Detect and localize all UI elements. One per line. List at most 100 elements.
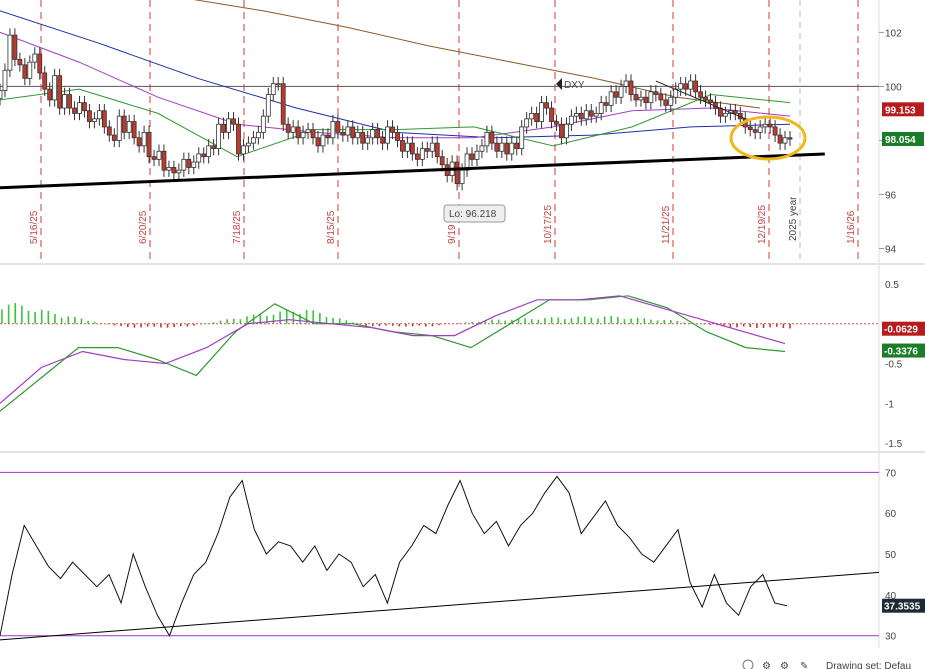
drawing-toolbar[interactable]: ⚙ ⚙ ✎ Drawing set: Defau xyxy=(742,659,911,669)
candle[interactable] xyxy=(27,61,33,79)
candle[interactable] xyxy=(732,110,738,114)
candle[interactable] xyxy=(131,121,137,139)
candle[interactable] xyxy=(57,75,63,109)
candle[interactable] xyxy=(678,83,684,90)
candle[interactable] xyxy=(583,110,589,120)
candle[interactable] xyxy=(300,131,306,139)
candle[interactable] xyxy=(67,94,72,109)
candle[interactable] xyxy=(181,158,187,171)
candle[interactable] xyxy=(549,107,554,122)
candle[interactable] xyxy=(554,121,559,125)
candle[interactable] xyxy=(429,142,435,152)
candle[interactable] xyxy=(151,156,157,160)
candle[interactable] xyxy=(22,64,28,79)
candle[interactable] xyxy=(136,137,142,147)
candle[interactable] xyxy=(310,129,316,139)
candle[interactable] xyxy=(201,153,207,158)
candle[interactable] xyxy=(156,150,162,160)
candle[interactable] xyxy=(126,121,132,133)
candle[interactable] xyxy=(568,115,574,125)
candle[interactable] xyxy=(534,113,540,122)
candle[interactable] xyxy=(757,126,763,133)
candle[interactable] xyxy=(524,118,530,128)
candle[interactable] xyxy=(588,110,594,117)
candle[interactable] xyxy=(638,96,644,101)
candle[interactable] xyxy=(409,142,415,155)
candle[interactable] xyxy=(12,34,18,60)
candle[interactable] xyxy=(419,148,425,160)
candle[interactable] xyxy=(111,134,117,141)
candle[interactable] xyxy=(7,34,13,71)
candle[interactable] xyxy=(539,102,544,122)
candle[interactable] xyxy=(613,91,619,98)
candle[interactable] xyxy=(275,83,281,86)
candle[interactable] xyxy=(226,118,231,133)
candle[interactable] xyxy=(121,115,127,133)
settings-icon[interactable]: ⚙ xyxy=(780,661,789,669)
candle[interactable] xyxy=(365,137,371,144)
candle[interactable] xyxy=(544,102,549,109)
candle[interactable] xyxy=(762,123,768,128)
candle[interactable] xyxy=(479,145,485,152)
candle[interactable] xyxy=(618,86,624,98)
candle[interactable] xyxy=(688,80,694,90)
candle[interactable] xyxy=(211,145,217,149)
candle[interactable] xyxy=(325,134,331,139)
candle[interactable] xyxy=(380,137,385,144)
candle[interactable] xyxy=(216,123,222,149)
candle[interactable] xyxy=(260,115,266,133)
candle[interactable] xyxy=(166,167,172,171)
candle[interactable] xyxy=(221,123,226,133)
candle[interactable] xyxy=(96,110,102,120)
candle[interactable] xyxy=(315,137,321,147)
candle[interactable] xyxy=(265,94,271,117)
candle[interactable] xyxy=(434,142,440,158)
candle[interactable] xyxy=(101,110,107,128)
draw-icon[interactable]: ✎ xyxy=(800,661,808,669)
candle[interactable] xyxy=(668,96,674,106)
candle[interactable] xyxy=(564,123,569,139)
candle[interactable] xyxy=(47,88,53,101)
candle[interactable] xyxy=(141,131,147,147)
candle[interactable] xyxy=(52,75,58,101)
candle[interactable] xyxy=(196,153,202,163)
candle[interactable] xyxy=(42,72,48,90)
candle[interactable] xyxy=(608,91,614,106)
candle[interactable] xyxy=(335,121,341,133)
candle[interactable] xyxy=(723,113,728,117)
candle[interactable] xyxy=(653,91,659,95)
candle[interactable] xyxy=(703,96,708,101)
candle[interactable] xyxy=(72,107,77,114)
candle[interactable] xyxy=(17,59,23,66)
candle[interactable] xyxy=(578,113,584,120)
candle[interactable] xyxy=(186,158,192,168)
candle[interactable] xyxy=(350,126,356,139)
candle[interactable] xyxy=(395,131,400,141)
candle[interactable] xyxy=(504,142,510,155)
candle[interactable] xyxy=(231,118,236,125)
candle[interactable] xyxy=(787,137,793,140)
candle[interactable] xyxy=(658,94,664,101)
candle[interactable] xyxy=(290,126,296,133)
candle[interactable] xyxy=(280,83,286,125)
candle[interactable] xyxy=(400,140,405,152)
candle[interactable] xyxy=(772,126,778,136)
candle[interactable] xyxy=(37,53,43,74)
candle[interactable] xyxy=(330,121,336,139)
settings-icon[interactable]: ⚙ xyxy=(762,661,771,669)
candle[interactable] xyxy=(370,129,376,139)
candle[interactable] xyxy=(623,80,629,87)
candle[interactable] xyxy=(752,129,758,133)
candle[interactable] xyxy=(355,131,361,139)
candle[interactable] xyxy=(573,113,579,117)
rsi-pane[interactable] xyxy=(0,456,879,648)
candle[interactable] xyxy=(340,131,346,136)
candle[interactable] xyxy=(559,123,564,139)
candle[interactable] xyxy=(241,145,246,155)
candle[interactable] xyxy=(603,102,609,106)
candle[interactable] xyxy=(295,126,301,139)
candle[interactable] xyxy=(648,91,654,104)
candle[interactable] xyxy=(459,169,465,185)
candle[interactable] xyxy=(454,161,460,185)
candle[interactable] xyxy=(509,142,515,155)
